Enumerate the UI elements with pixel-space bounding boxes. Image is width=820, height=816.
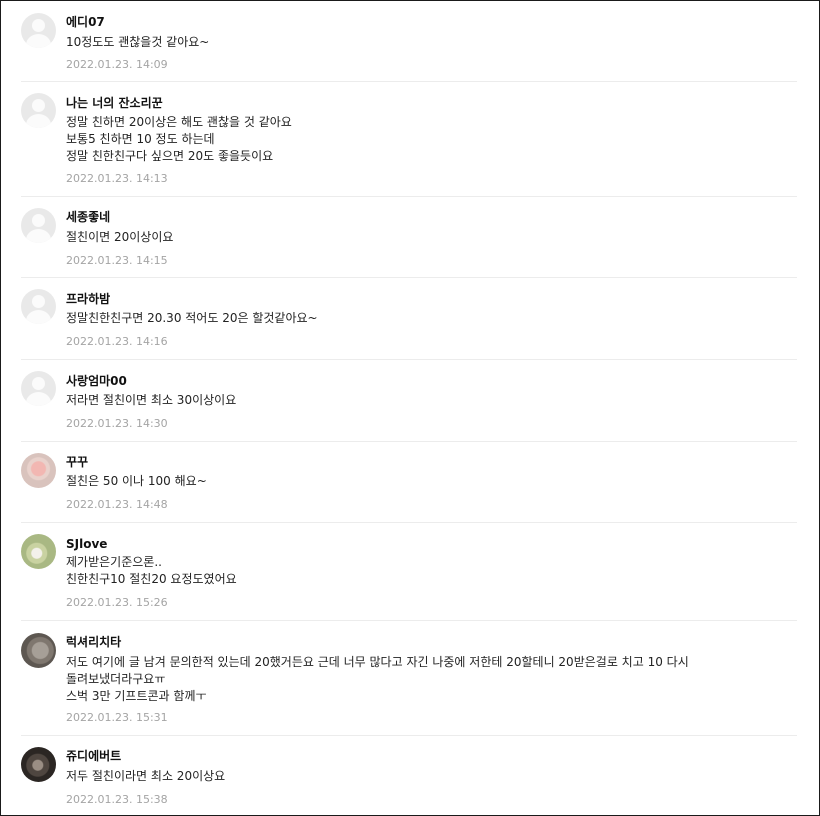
comment-text: 절친이면 20이상이요 xyxy=(66,230,174,244)
comment-item: 나는 너의 잔소리꾼 정말 친하면 20이상은 해도 괜찮을 것 같아요 보통5… xyxy=(21,82,797,197)
comment-text: 저라면 절친이면 최소 30이상이요 xyxy=(66,393,237,407)
comment-date: 2022.01.23. 15:31 xyxy=(66,711,168,724)
comment-date: 2022.01.23. 15:38 xyxy=(66,793,168,806)
profile-photo[interactable] xyxy=(21,747,56,782)
comment-nickname[interactable]: 쥬디에버트 xyxy=(66,748,121,764)
comment-nickname[interactable]: 사랑엄마00 xyxy=(66,373,127,389)
comment-nickname[interactable]: 럭셔리치타 xyxy=(66,634,121,650)
comment-date: 2022.01.23. 14:15 xyxy=(66,254,168,267)
comment-item: 세종좋네 절친이면 20이상이요 2022.01.23. 14:15 xyxy=(21,197,797,278)
comment-date: 2022.01.23. 14:13 xyxy=(66,172,168,185)
comment-item: 쥬디에버트 저두 절친이라면 최소 20이상요 2022.01.23. 15:3… xyxy=(21,736,797,815)
comment-nickname[interactable]: SJlove xyxy=(66,536,107,552)
comment-item: 사랑엄마00 저라면 절친이면 최소 30이상이요 2022.01.23. 14… xyxy=(21,360,797,442)
comment-date: 2022.01.23. 14:09 xyxy=(66,58,168,71)
comment-nickname[interactable]: 프라하밤 xyxy=(66,291,110,307)
comment-date: 2022.01.23. 14:48 xyxy=(66,498,168,511)
comment-text: 절친은 50 이나 100 해요~ xyxy=(66,474,207,488)
comment-text: 10정도도 괜찮을것 같아요~ xyxy=(66,35,210,49)
comment-item: 프라하밤 정말친한친구면 20.30 적어도 20은 할것같아요~ 2022.0… xyxy=(21,278,797,360)
comment-item: 꾸꾸 절친은 50 이나 100 해요~ 2022.01.23. 14:48 xyxy=(21,442,797,523)
comment-list: 에디07 10정도도 괜찮을것 같아요~ 2022.01.23. 14:09 나… xyxy=(21,1,797,815)
comment-text: 정말친한친구면 20.30 적어도 20은 할것같아요~ xyxy=(66,311,318,325)
profile-photo[interactable] xyxy=(21,633,56,668)
profile-photo[interactable] xyxy=(21,453,56,488)
default-profile-icon[interactable] xyxy=(21,13,56,48)
comment-nickname[interactable]: 나는 너의 잔소리꾼 xyxy=(66,95,163,111)
comment-text: 저두 절친이라면 최소 20이상요 xyxy=(66,769,226,783)
default-profile-icon[interactable] xyxy=(21,208,56,243)
comment-panel: 에디07 10정도도 괜찮을것 같아요~ 2022.01.23. 14:09 나… xyxy=(0,0,820,816)
profile-photo[interactable] xyxy=(21,534,56,569)
comment-date: 2022.01.23. 15:26 xyxy=(66,596,168,609)
comment-nickname[interactable]: 꾸꾸 xyxy=(66,454,88,470)
comment-date: 2022.01.23. 14:30 xyxy=(66,417,168,430)
comment-text: 제가받은기준으론.. 친한친구10 절친20 요정도였어요 xyxy=(66,555,237,586)
default-profile-icon[interactable] xyxy=(21,289,56,324)
comment-nickname[interactable]: 에디07 xyxy=(66,14,105,30)
comment-item: 에디07 10정도도 괜찮을것 같아요~ 2022.01.23. 14:09 xyxy=(21,1,797,82)
comment-item: 럭셔리치타 저도 여기에 글 남겨 문의한적 있는데 20했거든요 근데 너무 … xyxy=(21,621,797,736)
default-profile-icon[interactable] xyxy=(21,93,56,128)
comment-text: 저도 여기에 글 남겨 문의한적 있는데 20했거든요 근데 너무 많다고 자긴… xyxy=(66,655,689,703)
default-profile-icon[interactable] xyxy=(21,371,56,406)
comment-text: 정말 친하면 20이상은 해도 괜찮을 것 같아요 보통5 친하면 10 정도 … xyxy=(66,115,292,163)
comment-item: SJlove 제가받은기준으론.. 친한친구10 절친20 요정도였어요 202… xyxy=(21,523,797,621)
comment-date: 2022.01.23. 14:16 xyxy=(66,335,168,348)
comment-nickname[interactable]: 세종좋네 xyxy=(66,209,110,225)
